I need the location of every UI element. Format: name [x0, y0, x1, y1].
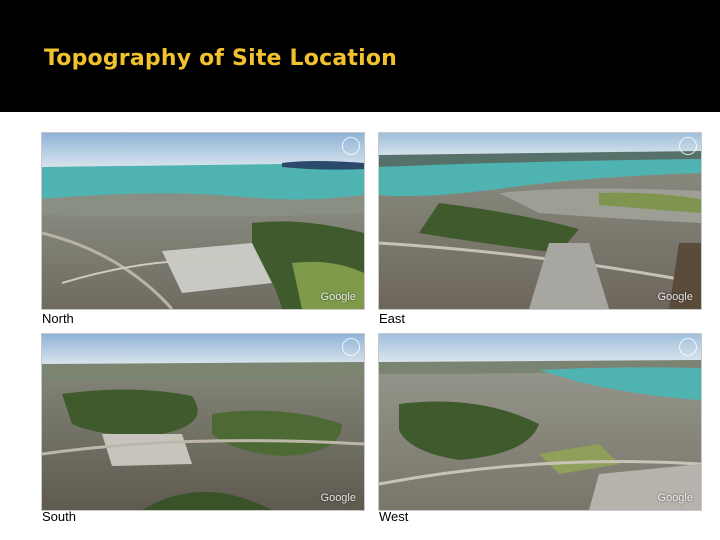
google-watermark: Google: [657, 492, 693, 504]
aerial-photo-east: Google: [378, 132, 702, 310]
compass-icon: [342, 137, 360, 155]
caption-west: West: [379, 509, 409, 524]
slide-title: Topography of Site Location: [44, 46, 397, 71]
caption-south: South: [42, 509, 76, 524]
google-watermark: Google: [320, 492, 356, 504]
google-watermark: Google: [320, 291, 356, 303]
aerial-photo-north: Google: [41, 132, 365, 310]
caption-east: East: [379, 311, 406, 326]
caption-north: North: [42, 311, 74, 326]
compass-icon: [679, 137, 697, 155]
aerial-photo-south: Google: [41, 333, 365, 511]
title-bar: Topography of Site Location: [0, 0, 720, 112]
compass-icon: [342, 338, 360, 356]
aerial-photo-west: Google: [378, 333, 702, 511]
google-watermark: Google: [657, 291, 693, 303]
compass-icon: [679, 338, 697, 356]
